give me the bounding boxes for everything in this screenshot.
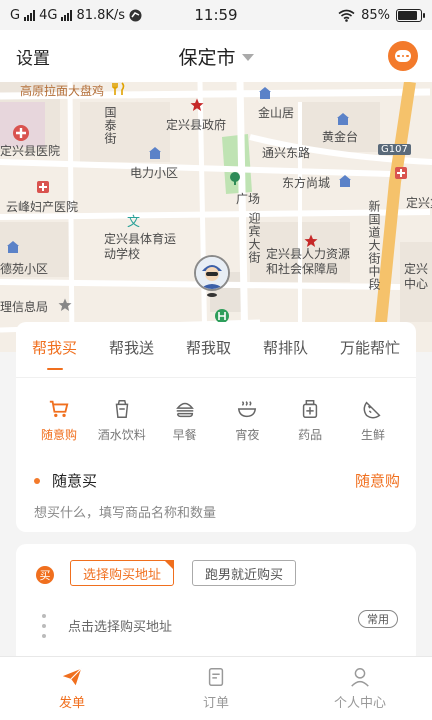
nav-label: 个人中心 <box>333 696 386 711</box>
category-label: 早餐 <box>172 428 197 442</box>
bullet-icon <box>34 477 40 484</box>
map-label-dianli: 电力小区 <box>130 166 179 180</box>
nav-orders[interactable]: 订单 <box>144 657 288 720</box>
city-name: 保定市 <box>178 46 236 69</box>
courier-avatar-icon <box>196 257 228 289</box>
drink-icon <box>115 400 129 418</box>
location-shadow-icon <box>207 293 217 297</box>
road-code-badge: G107 <box>378 144 411 155</box>
message-button[interactable] <box>388 41 418 71</box>
tab-buy-for-me[interactable]: 帮我买 <box>32 337 77 370</box>
battery-icon <box>396 8 425 22</box>
watermelon-icon <box>363 401 381 419</box>
category-label: 酒水饮料 <box>97 428 146 442</box>
buy-badge: 买 <box>36 566 54 584</box>
map-label-government: 定兴县政府 <box>166 118 227 132</box>
map-label-social-security: 定兴县人力资源和社会保障局 <box>266 247 351 276</box>
goods-input[interactable]: 想买什么，填写商品名称和数量 <box>34 502 216 521</box>
category-late-night[interactable]: 宵夜 <box>218 398 276 443</box>
map-label-restaurant: 高原拉面大盘鸡 <box>20 84 105 98</box>
map-label-info-bureau: 理信息局 <box>0 300 49 314</box>
category-label: 随意购 <box>40 428 77 442</box>
medicine-icon <box>303 400 318 418</box>
nearby-buy-button[interactable]: 跑男就近购买 <box>192 560 297 586</box>
svg-text:文: 文 <box>127 215 140 228</box>
category-label: 生鲜 <box>360 428 385 442</box>
landmark-star-icon <box>304 234 318 247</box>
caret-down-icon <box>241 53 254 61</box>
food-icon <box>112 82 125 95</box>
residential-icon-3 <box>7 241 19 253</box>
category-medicine[interactable]: 药品 <box>281 398 339 443</box>
category-row: 随意购 酒水饮料 早餐 宵夜 药品 生鲜 <box>16 378 416 443</box>
building-icon <box>259 87 271 99</box>
clock: 11:59 <box>194 6 238 24</box>
map-label-hospital: 定兴县医院 <box>0 144 61 158</box>
order-type-link[interactable]: 随意购 <box>355 470 400 491</box>
city-selector[interactable]: 保定市 <box>0 43 432 70</box>
category-breakfast[interactable]: 早餐 <box>156 398 214 443</box>
burger-icon <box>175 402 194 418</box>
star-icon <box>58 298 72 311</box>
map-label-yunfeng: 云峰妇产医院 <box>6 200 79 214</box>
map-label-yingbin: 迎宾大街 <box>247 212 261 264</box>
hospital-icon-2 <box>395 167 407 179</box>
tab-deliver-for-me[interactable]: 帮我送 <box>109 337 154 362</box>
order-type-row: 随意买 随意购 <box>34 470 400 491</box>
nav-label: 订单 <box>202 696 229 711</box>
residential-icon <box>149 147 161 159</box>
map-label-guotai: 国泰街 <box>103 106 117 145</box>
orders-icon <box>208 668 224 686</box>
category-casual[interactable]: 随意购 <box>30 398 88 443</box>
common-address-button[interactable]: 常用 <box>358 610 398 628</box>
tab-queue-for-me[interactable]: 帮排队 <box>263 337 308 362</box>
address-input[interactable]: 点击选择购买地址 <box>68 616 172 635</box>
category-fresh[interactable]: 生鲜 <box>344 398 402 443</box>
category-label: 宵夜 <box>235 428 260 442</box>
bottom-nav: 发单 订单 个人中心 <box>0 656 432 720</box>
map-label-jinshanju: 金山居 <box>258 106 295 120</box>
status-bar: G 4G 81.8K/s 11:59 85% <box>0 0 432 30</box>
send-icon <box>62 668 82 686</box>
government-star-icon <box>190 98 204 111</box>
select-address-button[interactable]: 选择购买地址 <box>70 560 175 586</box>
hospital-icon-3 <box>37 181 49 193</box>
nav-profile[interactable]: 个人中心 <box>288 657 432 720</box>
user-icon <box>351 668 369 687</box>
map-label-community: 德苑小区 <box>0 262 49 276</box>
map-label-new-china-ave: 新国道大街中段 <box>367 200 381 291</box>
order-type-title: 随意买 <box>52 472 98 490</box>
tree-icon <box>230 172 240 185</box>
map-label-guangchang: 广场 <box>236 192 261 206</box>
chat-bubble-icon <box>395 50 411 62</box>
category-label: 药品 <box>298 428 323 442</box>
app-header: 设置 保定市 <box>0 30 432 82</box>
map-label-school: 定兴县体育运动学校 <box>104 232 177 261</box>
tab-universal-help[interactable]: 万能帮忙 <box>340 337 400 362</box>
battery-fill <box>398 10 417 20</box>
residential-icon-2 <box>339 175 351 187</box>
service-tabs: 帮我买 帮我送 帮我取 帮排队 万能帮忙 <box>16 322 416 378</box>
dots-icon <box>42 614 46 638</box>
building-icon-2 <box>337 113 349 125</box>
map-label-huangjintai: 黄金台 <box>322 130 359 144</box>
nav-label: 发单 <box>58 696 85 711</box>
map-label-center: 定兴中心 <box>404 262 429 291</box>
map-label-dongfang: 东方尚城 <box>282 176 331 190</box>
map-label-fuming: 定兴复明 <box>406 196 432 210</box>
nav-send-order[interactable]: 发单 <box>0 657 144 720</box>
category-drinks[interactable]: 酒水饮料 <box>93 398 151 443</box>
courier-avatar[interactable] <box>194 255 230 291</box>
hospital-icon <box>13 125 29 141</box>
school-icon: 文 <box>127 215 140 228</box>
noodle-icon <box>238 401 257 418</box>
address-card: 买 选择购买地址 跑男就近购买 点击选择购买地址 常用 <box>16 544 416 664</box>
map-label-tongxing-road: 通兴东路 <box>262 146 311 160</box>
tab-pickup-for-me[interactable]: 帮我取 <box>186 337 231 362</box>
map-view[interactable]: 文 高原拉面大盘鸡 定兴县医院 国泰街 定兴县政府 金山居 黄金台 通兴东路 G… <box>0 82 432 352</box>
cart-icon <box>49 400 69 418</box>
order-card: 帮我买 帮我送 帮我取 帮排队 万能帮忙 随意购 酒水饮料 早餐 宵夜 药品 生… <box>16 322 416 532</box>
